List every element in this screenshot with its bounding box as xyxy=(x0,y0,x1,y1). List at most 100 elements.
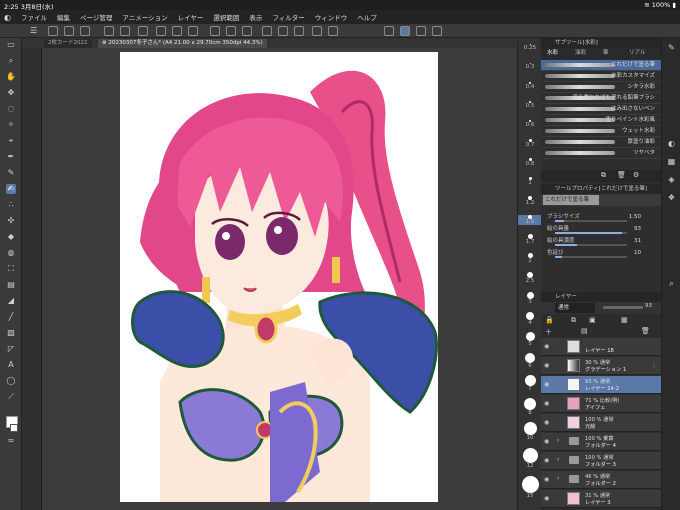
brush-size-item[interactable]: 6 xyxy=(518,353,542,369)
figure-icon[interactable]: ◢ xyxy=(6,296,16,306)
menu-view[interactable]: 表示 xyxy=(249,12,262,22)
brush-size-item[interactable]: 0.4 xyxy=(518,82,542,90)
color-swap-icon[interactable]: ≈ xyxy=(6,436,16,446)
tab-document-1[interactable]: 2枚カード2022 xyxy=(44,39,92,48)
panel-toggle-icon[interactable]: ▭ xyxy=(6,40,16,50)
brush-size-item[interactable]: 2 xyxy=(518,253,542,264)
brush-size-item[interactable]: 0.25 xyxy=(518,44,542,51)
folder-row[interactable]: ◉ › 46 % 通常 フォルダー 2 xyxy=(541,471,661,489)
eye-icon[interactable]: ◉ xyxy=(544,381,551,388)
clip-icon[interactable]: ⧉ xyxy=(571,316,576,325)
brush-item[interactable]: 水彩カスタマイズ xyxy=(541,71,661,82)
open-file-icon[interactable] xyxy=(64,26,74,36)
brush-size-item-selected[interactable]: 1.5 xyxy=(518,215,542,225)
new-layer-icon[interactable]: ＋ xyxy=(545,327,552,337)
lock-icon[interactable]: 🔒 xyxy=(545,316,554,324)
fill-icon[interactable]: ⛶ xyxy=(6,264,16,274)
menu-filter[interactable]: フィルター xyxy=(272,12,304,22)
stabilizer-icon[interactable] xyxy=(400,26,410,36)
layer-row-selected[interactable]: ◉ 93 % 通常 レイヤー 14-2 ⋮ xyxy=(541,376,661,394)
airbrush-icon[interactable]: ∴ xyxy=(6,200,16,210)
layer-property-icon[interactable]: ◈ xyxy=(666,174,677,185)
mask-icon[interactable]: ▦ xyxy=(621,316,628,324)
flip-vertical-icon[interactable] xyxy=(328,26,338,36)
menu-animation[interactable]: アニメーション xyxy=(122,12,167,22)
app-logo-icon[interactable]: ◐ xyxy=(4,13,11,22)
brush-size-item[interactable]: 1.7 xyxy=(518,234,542,245)
brush-item[interactable]: はみ出さないペン xyxy=(541,104,661,115)
selection-icon[interactable]: ◌ xyxy=(6,104,16,114)
eraser-icon[interactable]: ◆ xyxy=(6,232,16,242)
prop-paint-density[interactable]: 絵の具濃度 31 xyxy=(541,236,661,247)
chevron-right-icon[interactable]: › xyxy=(557,456,559,463)
eyedropper-icon[interactable]: ⌖ xyxy=(6,136,16,146)
brush-icon[interactable]: ✍ xyxy=(6,184,16,194)
save-icon[interactable] xyxy=(80,26,90,36)
rotate-right-icon[interactable] xyxy=(242,26,252,36)
tab-document-2[interactable]: ⊗ 20230307冬子さん* (A4 21.00 x 29.70cm 350d… xyxy=(98,39,267,48)
brush-size-item[interactable]: 12 xyxy=(518,448,542,469)
tab-watercolor[interactable]: 水彩 xyxy=(547,48,558,58)
brush-item[interactable]: ツヤベタ xyxy=(541,148,661,159)
folder-row[interactable]: ◉ › 100 % 乗算 フォルダー 4 xyxy=(541,433,661,451)
menu-edit[interactable]: 編集 xyxy=(57,12,70,22)
ruler-icon[interactable]: ◸ xyxy=(6,344,16,354)
layer-row[interactable]: ◉ 71 % 比較(明) アイフェ xyxy=(541,395,661,413)
brush-item[interactable]: これだけで塗る筆 xyxy=(541,60,661,71)
more-icon[interactable]: ⋮ xyxy=(651,381,657,388)
blend-icon[interactable]: ◍ xyxy=(6,248,16,258)
prop-color-stretch[interactable]: 色延び 10 xyxy=(541,248,661,259)
hamburger-menu-icon[interactable]: ☰ xyxy=(30,26,40,36)
move-layer-icon[interactable]: ✥ xyxy=(6,88,16,98)
hand-icon[interactable]: ✋ xyxy=(6,72,16,82)
prop-paint-amount[interactable]: 絵の具量 93 xyxy=(541,224,661,235)
brush-item[interactable]: ウェット水彩 xyxy=(541,126,661,137)
eye-icon[interactable]: ◉ xyxy=(544,476,551,483)
menu-layer[interactable]: レイヤー xyxy=(178,12,204,22)
brush-size-item[interactable]: 10 xyxy=(518,422,542,441)
brush-size-item[interactable]: 0.6 xyxy=(518,120,542,128)
brush-size-item[interactable]: 15 xyxy=(518,476,542,499)
menu-page[interactable]: ページ管理 xyxy=(80,12,112,22)
correction-icon[interactable] xyxy=(432,26,442,36)
snap-special-ruler-icon[interactable] xyxy=(278,26,288,36)
folder-row[interactable]: ◉ › 100 % 通常 フォルダー 3 xyxy=(541,452,661,470)
chevron-right-icon[interactable]: › xyxy=(557,437,559,444)
pencil-icon[interactable]: ✎ xyxy=(6,168,16,178)
zoom-icon[interactable]: ⌕ xyxy=(6,56,16,66)
tab-real[interactable]: リアル xyxy=(629,48,645,58)
trash-icon[interactable]: 🗑 xyxy=(641,327,650,335)
eye-icon[interactable]: ◉ xyxy=(544,362,551,369)
tab-oil[interactable]: 油彩 xyxy=(575,48,586,58)
reference-icon[interactable]: ▣ xyxy=(589,316,596,324)
brush-size-item[interactable]: 5 xyxy=(518,332,542,347)
eye-icon[interactable]: ◉ xyxy=(544,343,551,350)
clear-icon[interactable] xyxy=(138,26,148,36)
chevron-right-icon[interactable]: › xyxy=(557,475,559,482)
decoration-icon[interactable]: ✣ xyxy=(6,216,16,226)
brush-size-item[interactable]: 7 xyxy=(518,375,542,392)
navigator-icon[interactable]: ❖ xyxy=(666,192,677,203)
layer-row[interactable]: ◉ レイヤー 18 xyxy=(541,338,661,356)
blend-mode-select[interactable]: 通常 xyxy=(555,303,595,313)
snap-ruler-icon[interactable] xyxy=(262,26,272,36)
transform-icon[interactable] xyxy=(156,26,166,36)
opacity-slider[interactable] xyxy=(603,306,643,309)
magic-wand-icon[interactable]: ✧ xyxy=(6,120,16,130)
fit-view-icon[interactable] xyxy=(210,26,220,36)
brush-size-item[interactable]: 1.2 xyxy=(518,196,542,206)
prop-brush-size[interactable]: ブラシサイズ 1.50 xyxy=(541,212,661,223)
settings-icon[interactable]: ⚙ xyxy=(633,171,639,179)
brush-item[interactable]: 塗りペイント水彩風 xyxy=(541,115,661,126)
sub-tool-icon[interactable]: ✎ xyxy=(666,42,677,53)
brush-item[interactable]: 塗り重ねればも塗れる鉛筆ブラシ xyxy=(541,93,661,104)
menu-window[interactable]: ウィンドウ xyxy=(315,12,348,22)
layer-row[interactable]: ◉ 100 % 通常 元絵 xyxy=(541,414,661,432)
frame-border-icon[interactable]: ▧ xyxy=(6,328,16,338)
flip-horizontal-icon[interactable] xyxy=(312,26,322,36)
menu-file[interactable]: ファイル xyxy=(21,12,47,22)
brush-size-item[interactable]: 2.5 xyxy=(518,272,542,284)
menu-selection[interactable]: 選択範囲 xyxy=(213,12,239,22)
more-icon[interactable]: ⋮ xyxy=(651,362,657,369)
new-folder-icon[interactable]: ▤ xyxy=(581,327,588,335)
